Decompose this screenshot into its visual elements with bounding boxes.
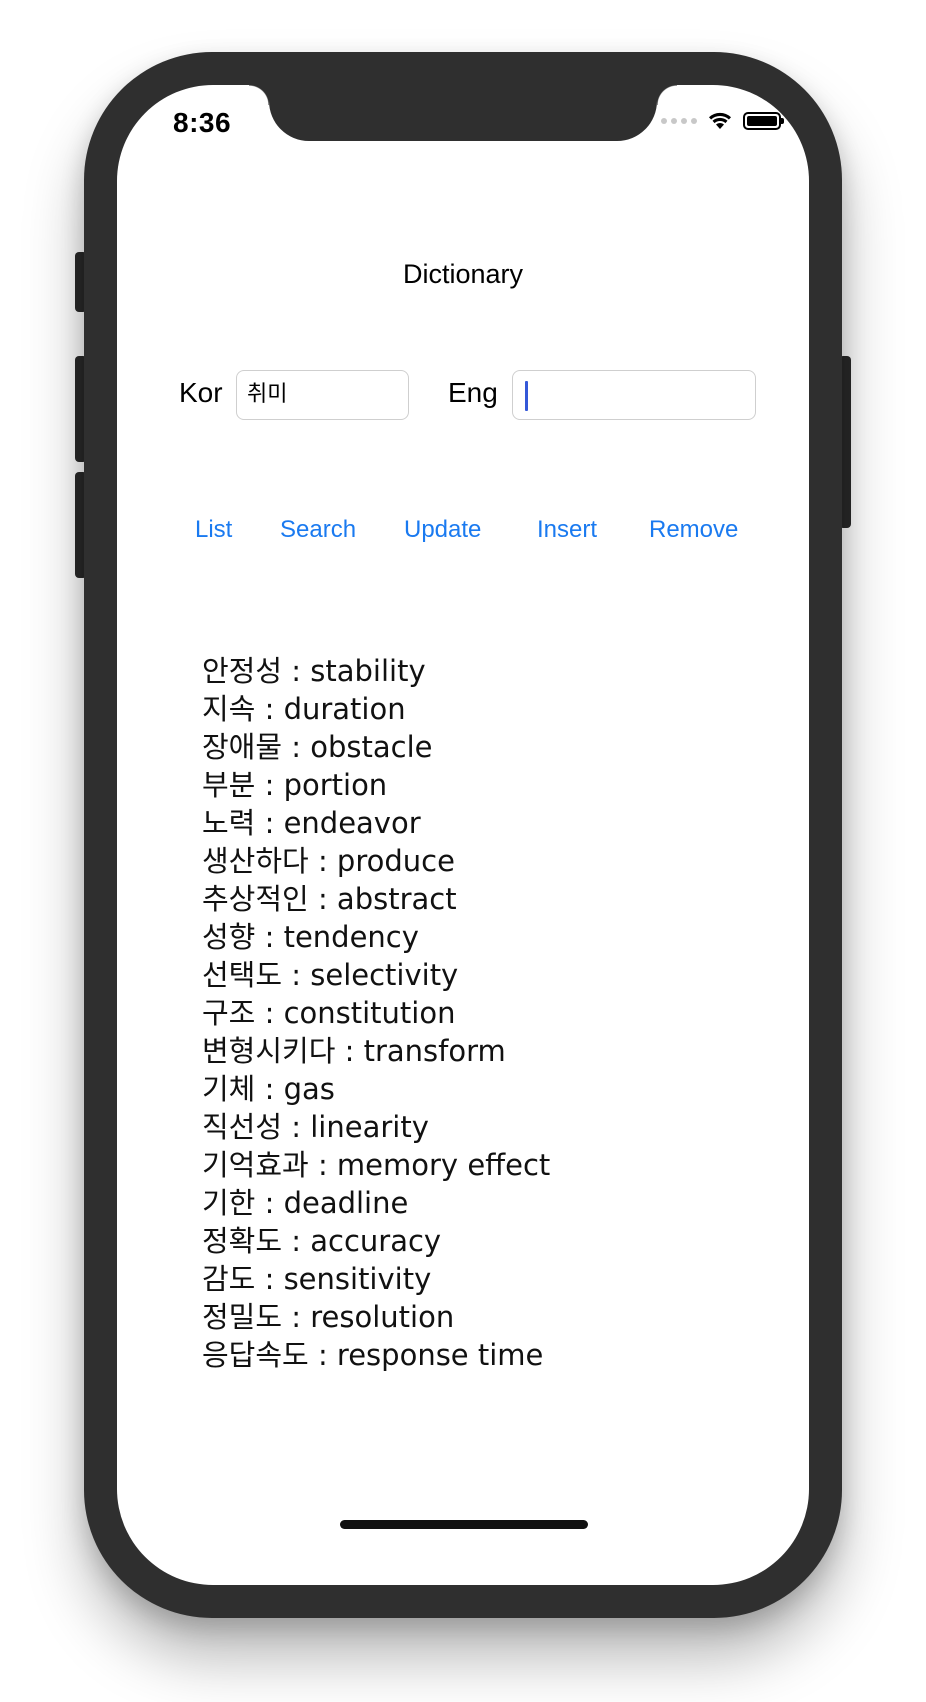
remove-button[interactable]: Remove [649,516,738,544]
list-item: 감도 : sensitivity [202,1262,432,1296]
wifi-icon [709,112,731,129]
list-item: 선택도 : selectivity [202,958,459,992]
list-item: 추상적인 : abstract [202,882,457,916]
list-item: 정밀도 : resolution [202,1300,455,1334]
cellular-signal-icon [661,118,697,124]
kor-input[interactable]: 취미 [236,370,409,420]
notch [249,85,677,141]
search-button[interactable]: Search [280,516,356,544]
list-item: 응답속도 : response time [202,1338,544,1372]
text-caret [525,381,528,411]
kor-label: Kor [179,377,223,408]
list-item: 장애물 : obstacle [202,730,433,764]
update-button[interactable]: Update [404,516,481,544]
list-item: 기억효과 : memory effect [202,1148,551,1182]
list-button[interactable]: List [195,516,232,544]
insert-button[interactable]: Insert [537,516,597,544]
list-item: 성향 : tendency [202,920,419,954]
list-item: 부분 : portion [202,768,388,802]
list-item: 지속 : duration [202,692,406,726]
page-title: Dictionary [402,259,524,289]
list-item: 정확도 : accuracy [202,1224,442,1258]
list-item: 생산하다 : produce [202,844,455,878]
word-list: 안정성 : stability 지속 : duration 장애물 : obst… [202,652,550,1374]
page: 8:36 Dictionary Kor 취미 Eng List Search U… [0,0,926,1702]
list-item: 직선성 : linearity [202,1110,429,1144]
eng-input[interactable] [512,370,756,420]
list-item: 안정성 : stability [202,654,426,688]
list-item: 변형시키다 : transform [202,1034,506,1068]
eng-label: Eng [448,377,498,408]
list-item: 구조 : constitution [202,996,456,1030]
battery-icon [743,112,784,130]
status-time: 8:36 [173,107,232,138]
list-item: 기한 : deadline [202,1186,409,1220]
status-indicators [661,111,784,131]
screen: 8:36 Dictionary Kor 취미 Eng List Search U… [117,85,809,1585]
list-item: 기체 : gas [202,1072,335,1106]
list-item: 노력 : endeavor [202,806,421,840]
home-indicator[interactable] [340,1520,588,1529]
